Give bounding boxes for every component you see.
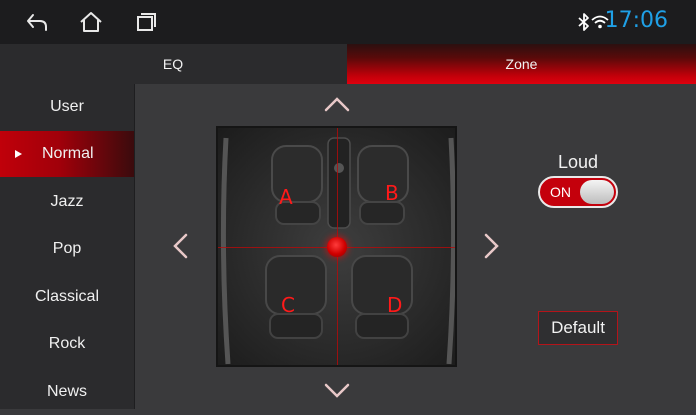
- tab-eq[interactable]: EQ: [0, 44, 346, 84]
- chevron-left-icon[interactable]: [172, 233, 188, 259]
- zone-label-b: B: [385, 181, 399, 205]
- chevron-up-icon[interactable]: [324, 96, 350, 112]
- chevron-right-icon[interactable]: [484, 233, 500, 259]
- chevron-down-icon[interactable]: [324, 383, 350, 399]
- sidebar-item-news[interactable]: News: [0, 369, 134, 415]
- sidebar-item-normal[interactable]: Normal: [0, 131, 134, 177]
- sidebar-item-user[interactable]: User: [0, 84, 134, 130]
- home-icon[interactable]: [78, 10, 104, 34]
- zone-label-a: A: [279, 185, 293, 209]
- sidebar-item-jazz[interactable]: Jazz: [0, 179, 134, 225]
- loud-label: Loud: [557, 152, 599, 172]
- zone-label-d: D: [387, 293, 403, 317]
- back-icon[interactable]: [24, 10, 50, 34]
- loud-toggle-state: ON: [550, 184, 571, 200]
- loud-toggle[interactable]: ON: [538, 176, 618, 208]
- tab-zone[interactable]: Zone: [347, 44, 696, 84]
- recent-apps-icon[interactable]: [133, 10, 159, 34]
- default-button[interactable]: Default: [538, 311, 618, 345]
- zone-pad[interactable]: A B C D: [216, 126, 457, 367]
- sidebar-item-classical[interactable]: Classical: [0, 274, 134, 320]
- sidebar-item-rock[interactable]: Rock: [0, 321, 134, 367]
- zone-balance-knob[interactable]: [327, 237, 347, 257]
- loud-toggle-thumb: [580, 180, 614, 204]
- zone-label-c: C: [281, 293, 295, 317]
- sidebar-item-pop[interactable]: Pop: [0, 226, 134, 272]
- clock: 17:06: [604, 8, 668, 33]
- preset-sidebar: User Normal Jazz Pop Classical Rock News: [0, 84, 135, 409]
